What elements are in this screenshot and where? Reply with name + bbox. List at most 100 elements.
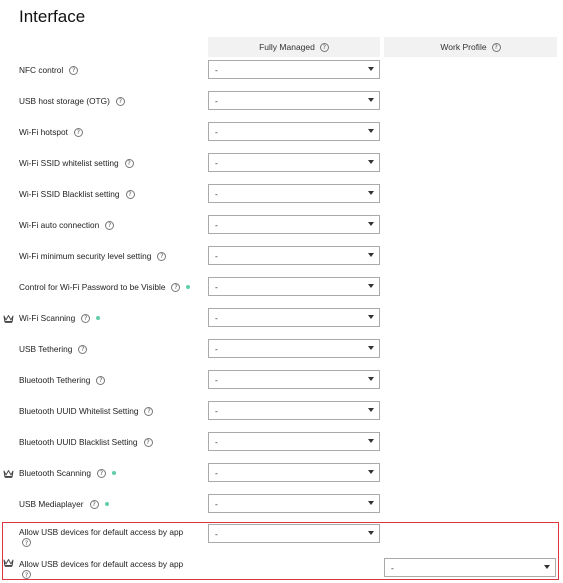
select-value: - (215, 157, 218, 168)
setting-row: Wi-Fi minimum security level setting? - (0, 244, 563, 268)
setting-row: Wi-Fi Scanning? - (0, 306, 563, 330)
status-dot (104, 502, 109, 506)
select-value: - (215, 312, 218, 323)
help-icon[interactable]: ? (96, 468, 106, 478)
page-title: Interface (19, 7, 86, 26)
chevron-down-icon (368, 222, 374, 226)
fully-managed-select[interactable]: - (208, 401, 380, 420)
setting-row: Wi-Fi SSID Blacklist setting? - (0, 182, 563, 206)
setting-row: Wi-Fi auto connection? - (0, 213, 563, 237)
help-icon[interactable]: ? (89, 499, 99, 509)
setting-row: Bluetooth Scanning? - (0, 461, 563, 485)
fully-managed-select[interactable]: - (208, 60, 380, 79)
fully-managed-select[interactable]: - (208, 122, 380, 141)
setting-label-text: Wi-Fi auto connection (19, 220, 100, 230)
help-icon[interactable]: ? (144, 406, 154, 416)
chevron-down-icon (368, 346, 374, 350)
chevron-down-icon (368, 284, 374, 288)
select-value: - (215, 405, 218, 416)
fully-managed-select[interactable]: - (208, 184, 380, 203)
column-header-fully-managed: Fully Managed ? (208, 37, 380, 57)
chevron-down-icon (368, 377, 374, 381)
help-icon[interactable]: ? (96, 375, 106, 385)
setting-label-text: Wi-Fi minimum security level setting (19, 251, 152, 261)
chevron-down-icon (368, 439, 374, 443)
setting-row: USB Tethering? - (0, 337, 563, 361)
setting-label: Bluetooth Tethering? (19, 368, 106, 392)
select-value: - (215, 126, 218, 137)
status-dot (96, 316, 101, 320)
help-icon[interactable]: ? (105, 220, 115, 230)
setting-label-text: USB host storage (OTG) (19, 96, 110, 106)
select-value: - (215, 219, 218, 230)
help-icon[interactable]: ? (157, 251, 167, 261)
help-icon[interactable]: ? (81, 313, 91, 323)
help-icon[interactable]: ? (69, 65, 79, 75)
help-icon[interactable]: ? (171, 282, 181, 292)
select-value: - (215, 436, 218, 447)
fully-managed-select[interactable]: - (208, 215, 380, 234)
setting-row: USB Mediaplayer? - (0, 492, 563, 516)
setting-label: Wi-Fi hotspot? (19, 120, 83, 144)
help-icon[interactable]: ? (73, 127, 83, 137)
fully-managed-select[interactable]: - (208, 463, 380, 482)
fully-managed-select[interactable]: - (208, 432, 380, 451)
setting-label: Control for Wi-Fi Password to be Visible… (19, 275, 191, 299)
chevron-down-icon (368, 67, 374, 71)
column-header-label: Work Profile (440, 42, 487, 52)
fully-managed-select[interactable]: - (208, 370, 380, 389)
select-value: - (215, 467, 218, 478)
setting-label: Bluetooth Scanning? (19, 461, 116, 485)
fully-managed-select[interactable]: - (208, 339, 380, 358)
help-icon[interactable]: ? (143, 437, 153, 447)
select-value: - (215, 374, 218, 385)
setting-label: Wi-Fi SSID Blacklist setting? (19, 182, 135, 206)
chevron-down-icon (368, 315, 374, 319)
fully-managed-select[interactable]: - (208, 153, 380, 172)
setting-row: Bluetooth Tethering? - (0, 368, 563, 392)
setting-row: Bluetooth UUID Blacklist Setting? - (0, 430, 563, 454)
setting-row: Wi-Fi SSID whitelist setting? - (0, 151, 563, 175)
fully-managed-select[interactable]: - (208, 246, 380, 265)
setting-label-text: USB Mediaplayer (19, 499, 84, 509)
status-dot (111, 471, 116, 475)
help-icon[interactable]: ? (78, 344, 88, 354)
setting-label-text: Control for Wi-Fi Password to be Visible (19, 282, 166, 292)
setting-label-text: Wi-Fi hotspot (19, 127, 68, 137)
setting-row: USB host storage (OTG)? - (0, 89, 563, 113)
help-icon[interactable]: ? (491, 42, 501, 52)
setting-label-text: Wi-Fi Scanning (19, 313, 76, 323)
select-value: - (215, 343, 218, 354)
help-icon[interactable]: ? (125, 189, 135, 199)
fully-managed-select[interactable]: - (208, 494, 380, 513)
setting-label-text: Bluetooth Scanning (19, 468, 91, 478)
setting-label: USB Mediaplayer? (19, 492, 109, 516)
setting-row: Bluetooth UUID Whitelist Setting? - (0, 399, 563, 423)
setting-row: Control for Wi-Fi Password to be Visible… (0, 275, 563, 299)
chevron-down-icon (368, 191, 374, 195)
select-value: - (215, 250, 218, 261)
setting-row: Wi-Fi hotspot? - (0, 120, 563, 144)
setting-label: NFC control? (19, 58, 79, 82)
highlight-box (2, 522, 559, 580)
chevron-down-icon (368, 470, 374, 474)
help-icon[interactable]: ? (115, 96, 125, 106)
column-header-work-profile: Work Profile ? (384, 37, 557, 57)
fully-managed-select[interactable]: - (208, 308, 380, 327)
fully-managed-select[interactable]: - (208, 91, 380, 110)
select-value: - (215, 281, 218, 292)
setting-label-text: Bluetooth UUID Whitelist Setting (19, 406, 139, 416)
setting-label-text: NFC control (19, 65, 64, 75)
select-value: - (215, 498, 218, 509)
help-icon[interactable]: ? (124, 158, 134, 168)
fully-managed-select[interactable]: - (208, 277, 380, 296)
setting-label-text: Wi-Fi SSID whitelist setting (19, 158, 119, 168)
setting-label: Wi-Fi Scanning? (19, 306, 101, 330)
crown-icon (3, 461, 14, 485)
help-icon[interactable]: ? (319, 42, 329, 52)
select-value: - (215, 95, 218, 106)
select-value: - (215, 188, 218, 199)
crown-icon (3, 306, 14, 330)
setting-label: Bluetooth UUID Blacklist Setting? (19, 430, 153, 454)
chevron-down-icon (368, 501, 374, 505)
